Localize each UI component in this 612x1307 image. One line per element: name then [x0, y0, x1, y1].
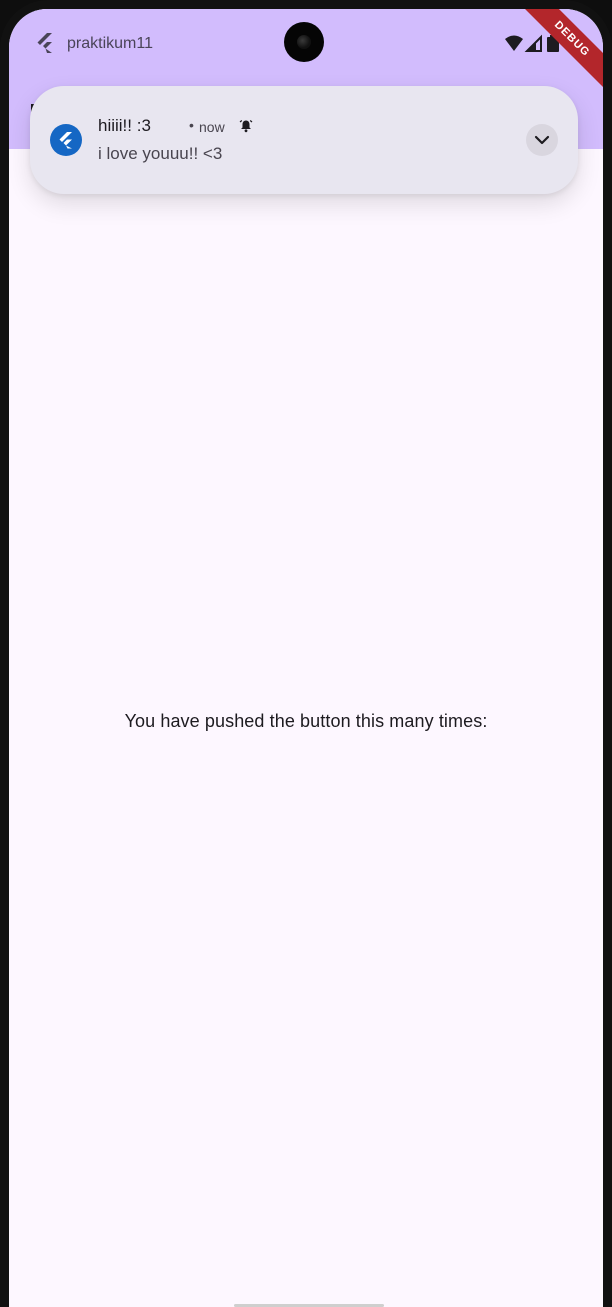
alarm-bell-icon: [239, 120, 253, 133]
notification-title: hiiii!! :3: [98, 116, 151, 135]
wifi-icon: [505, 35, 523, 51]
expand-notification-button[interactable]: [526, 124, 558, 156]
notification-card[interactable]: hiiii!! :3 • now i love youuu!! <3: [30, 86, 578, 194]
front-camera: [284, 22, 324, 62]
status-bar: praktikum11: [9, 9, 603, 77]
counter-label: You have pushed the button this many tim…: [124, 711, 488, 731]
notification-body: i love youuu!! <3: [98, 144, 223, 163]
chevron-down-icon: [534, 135, 550, 145]
notification-separator: •: [189, 117, 194, 133]
flutter-icon: [37, 33, 52, 53]
notification-time: now: [199, 119, 225, 135]
cellular-signal-icon: [524, 34, 542, 52]
device-frame: praktikum11 DEBUG hiiii!!:3 • now i lov…: [0, 0, 612, 1307]
status-app-name: praktikum11: [67, 35, 153, 52]
app-screen: praktikum11 DEBUG hiiii!!:3 • now i lov…: [9, 9, 603, 1307]
flutter-app-icon: [50, 124, 82, 156]
